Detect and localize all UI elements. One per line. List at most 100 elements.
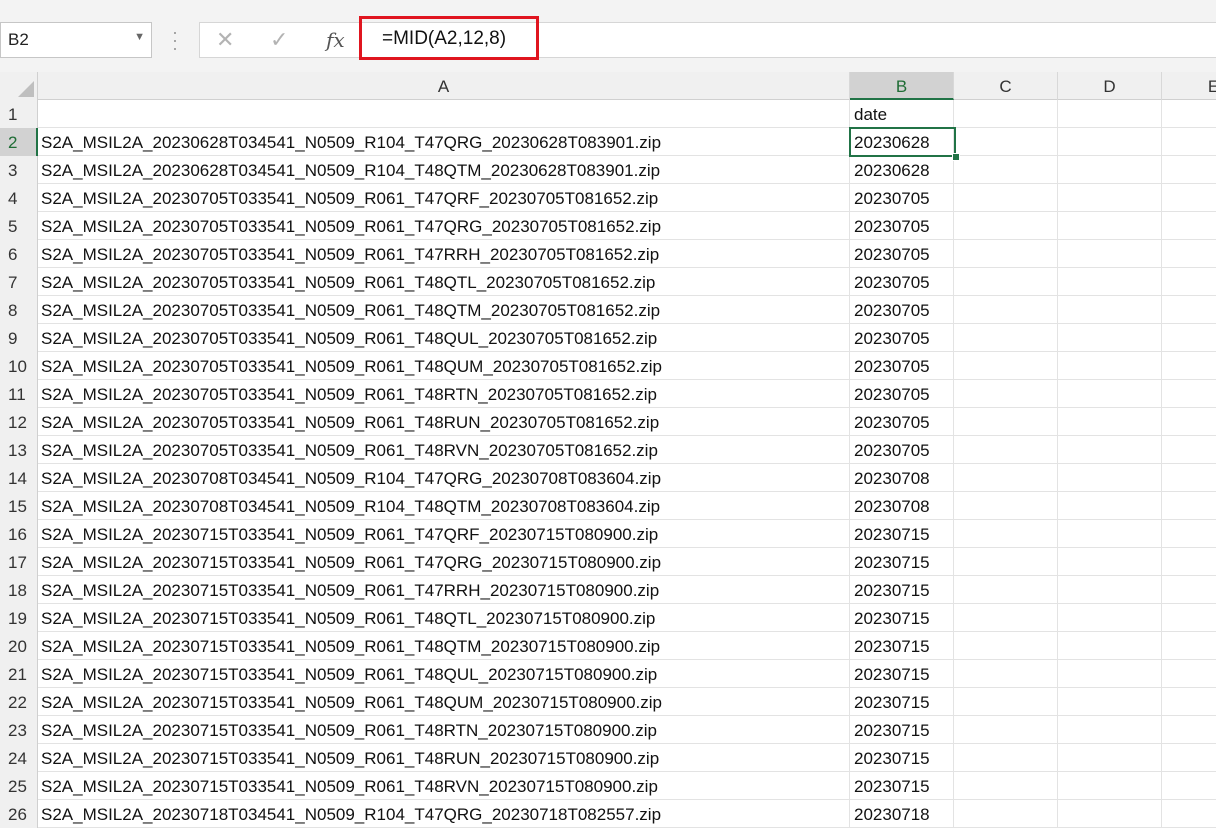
cell-a[interactable]: S2A_MSIL2A_20230715T033541_N0509_R061_T4… [38, 548, 850, 576]
row-header[interactable]: 22 [0, 688, 38, 716]
close-icon[interactable]: ✕ [216, 27, 234, 53]
row-header[interactable]: 3 [0, 156, 38, 184]
check-icon[interactable]: ✓ [270, 27, 288, 53]
cell-a[interactable]: S2A_MSIL2A_20230705T033541_N0509_R061_T4… [38, 380, 850, 408]
cell-d[interactable] [1058, 520, 1162, 548]
cell-b[interactable]: 20230715 [850, 520, 954, 548]
select-all-corner[interactable] [0, 72, 38, 100]
row-header[interactable]: 7 [0, 268, 38, 296]
cell-d[interactable] [1058, 716, 1162, 744]
row-header[interactable]: 14 [0, 464, 38, 492]
cell-a[interactable]: S2A_MSIL2A_20230705T033541_N0509_R061_T4… [38, 352, 850, 380]
cell-b[interactable]: 20230715 [850, 576, 954, 604]
row-header[interactable]: 20 [0, 632, 38, 660]
cell-c[interactable] [954, 660, 1058, 688]
cell-c[interactable] [954, 184, 1058, 212]
cell-b[interactable]: date [850, 100, 954, 128]
cell-d[interactable] [1058, 660, 1162, 688]
cell-c[interactable] [954, 800, 1058, 828]
cell-d[interactable] [1058, 240, 1162, 268]
row-header[interactable]: 2 [0, 128, 38, 156]
cell-c[interactable] [954, 492, 1058, 520]
row-header[interactable]: 17 [0, 548, 38, 576]
cell-c[interactable] [954, 380, 1058, 408]
cell-c[interactable] [954, 212, 1058, 240]
row-header[interactable]: 21 [0, 660, 38, 688]
cell-b[interactable]: 20230705 [850, 268, 954, 296]
cell-a[interactable]: S2A_MSIL2A_20230715T033541_N0509_R061_T4… [38, 660, 850, 688]
cell-b[interactable]: 20230708 [850, 464, 954, 492]
column-header-e[interactable]: E [1162, 72, 1216, 100]
row-header[interactable]: 25 [0, 772, 38, 800]
cell-d[interactable] [1058, 744, 1162, 772]
name-box[interactable]: B2 ▼ [0, 22, 152, 58]
cell-b[interactable]: 20230715 [850, 660, 954, 688]
cell-a[interactable]: S2A_MSIL2A_20230715T033541_N0509_R061_T4… [38, 688, 850, 716]
cell-a[interactable]: S2A_MSIL2A_20230715T033541_N0509_R061_T4… [38, 604, 850, 632]
cell-d[interactable] [1058, 100, 1162, 128]
cell-a[interactable] [38, 100, 850, 128]
cell-c[interactable] [954, 436, 1058, 464]
cell-d[interactable] [1058, 408, 1162, 436]
cell-d[interactable] [1058, 380, 1162, 408]
cell-a[interactable]: S2A_MSIL2A_20230705T033541_N0509_R061_T4… [38, 268, 850, 296]
cell-c[interactable] [954, 464, 1058, 492]
row-header[interactable]: 1 [0, 100, 38, 128]
cell-a[interactable]: S2A_MSIL2A_20230718T034541_N0509_R104_T4… [38, 800, 850, 828]
row-header[interactable]: 24 [0, 744, 38, 772]
row-header[interactable]: 10 [0, 352, 38, 380]
cell-b[interactable]: 20230705 [850, 324, 954, 352]
column-header-d[interactable]: D [1058, 72, 1162, 100]
cell-a[interactable]: S2A_MSIL2A_20230628T034541_N0509_R104_T4… [38, 156, 850, 184]
cell-b[interactable]: 20230705 [850, 436, 954, 464]
row-header[interactable]: 11 [0, 380, 38, 408]
cell-c[interactable] [954, 240, 1058, 268]
row-header[interactable]: 5 [0, 212, 38, 240]
cell-c[interactable] [954, 632, 1058, 660]
cell-d[interactable] [1058, 632, 1162, 660]
cell-d[interactable] [1058, 576, 1162, 604]
cell-d[interactable] [1058, 548, 1162, 576]
cell-a[interactable]: S2A_MSIL2A_20230628T034541_N0509_R104_T4… [38, 128, 850, 156]
cell-b[interactable]: 20230705 [850, 184, 954, 212]
drag-handle-icon[interactable]: · · · [170, 23, 180, 57]
cell-b[interactable]: 20230705 [850, 352, 954, 380]
cell-d[interactable] [1058, 268, 1162, 296]
cell-b[interactable]: 20230715 [850, 548, 954, 576]
cell-d[interactable] [1058, 128, 1162, 156]
cell-b[interactable]: 20230715 [850, 716, 954, 744]
cell-c[interactable] [954, 408, 1058, 436]
cell-b[interactable]: 20230718 [850, 800, 954, 828]
cell-c[interactable] [954, 352, 1058, 380]
cell-a[interactable]: S2A_MSIL2A_20230715T033541_N0509_R061_T4… [38, 744, 850, 772]
cell-b[interactable]: 20230705 [850, 296, 954, 324]
cell-d[interactable] [1058, 492, 1162, 520]
cell-d[interactable] [1058, 464, 1162, 492]
row-header[interactable]: 9 [0, 324, 38, 352]
cell-c[interactable] [954, 268, 1058, 296]
cell-d[interactable] [1058, 772, 1162, 800]
cell-b[interactable]: 20230705 [850, 212, 954, 240]
cell-a[interactable]: S2A_MSIL2A_20230715T033541_N0509_R061_T4… [38, 772, 850, 800]
cell-d[interactable] [1058, 156, 1162, 184]
row-header[interactable]: 13 [0, 436, 38, 464]
cell-a[interactable]: S2A_MSIL2A_20230705T033541_N0509_R061_T4… [38, 296, 850, 324]
cell-c[interactable] [954, 548, 1058, 576]
chevron-down-icon[interactable]: ▼ [134, 31, 145, 43]
column-header-c[interactable]: C [954, 72, 1058, 100]
cell-b[interactable]: 20230705 [850, 408, 954, 436]
cell-d[interactable] [1058, 800, 1162, 828]
cell-a[interactable]: S2A_MSIL2A_20230705T033541_N0509_R061_T4… [38, 184, 850, 212]
cell-a[interactable]: S2A_MSIL2A_20230705T033541_N0509_R061_T4… [38, 240, 850, 268]
cell-c[interactable] [954, 716, 1058, 744]
row-header[interactable]: 15 [0, 492, 38, 520]
cell-b[interactable]: 20230705 [850, 240, 954, 268]
row-header[interactable]: 6 [0, 240, 38, 268]
cell-d[interactable] [1058, 324, 1162, 352]
cell-a[interactable]: S2A_MSIL2A_20230705T033541_N0509_R061_T4… [38, 324, 850, 352]
cell-b[interactable]: 20230708 [850, 492, 954, 520]
cell-c[interactable] [954, 772, 1058, 800]
cell-a[interactable]: S2A_MSIL2A_20230708T034541_N0509_R104_T4… [38, 464, 850, 492]
cell-c[interactable] [954, 520, 1058, 548]
cell-a[interactable]: S2A_MSIL2A_20230705T033541_N0509_R061_T4… [38, 212, 850, 240]
